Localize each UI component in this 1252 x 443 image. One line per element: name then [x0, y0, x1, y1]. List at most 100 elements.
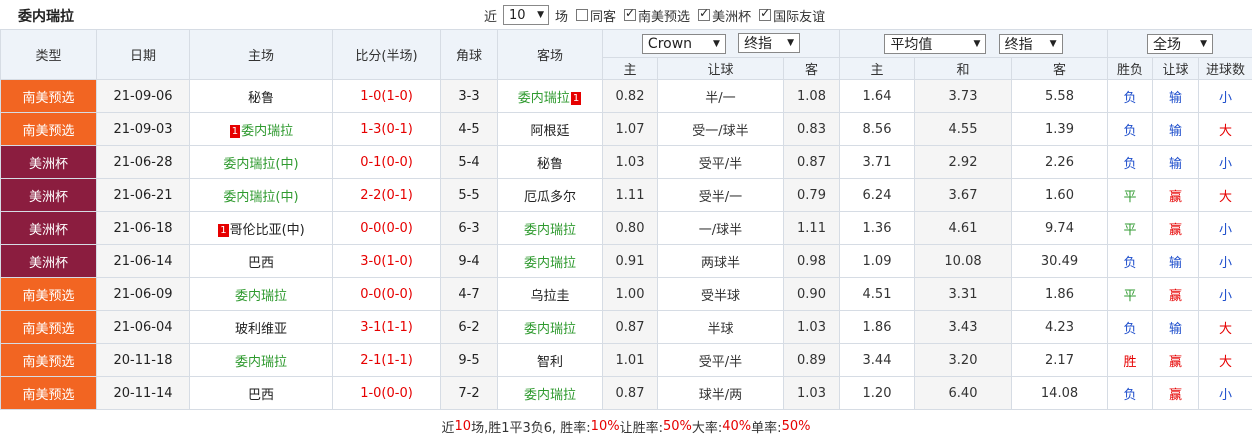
match-score[interactable]: 2-1(1-1): [332, 343, 441, 377]
match-type[interactable]: 美洲杯: [0, 178, 97, 212]
sub-avg-away: 客: [1010, 57, 1109, 80]
avg-away-odds: 9.74: [1010, 211, 1109, 245]
away-odds: 0.98: [783, 244, 840, 278]
home-team[interactable]: 秘鲁: [189, 79, 333, 113]
handicap-result: 赢: [1152, 376, 1200, 410]
avg-mode-value: 终指: [1004, 36, 1033, 53]
home-team[interactable]: 委内瑞拉(中): [189, 178, 333, 212]
avg-home-odds: 1.36: [839, 211, 915, 245]
match-score[interactable]: 1-3(0-1): [332, 112, 441, 146]
away-team[interactable]: 委内瑞拉 1: [497, 79, 603, 113]
match-date: 21-06-18: [96, 211, 190, 245]
away-team-name: 乌拉圭: [530, 288, 570, 304]
recent-count-select[interactable]: 10 ▼: [503, 5, 550, 25]
away-team[interactable]: 乌拉圭: [497, 277, 603, 311]
goals-result: 大: [1198, 310, 1252, 344]
sub-handicap-result: 让球: [1152, 57, 1200, 80]
avg-draw-odds: 3.43: [914, 310, 1012, 344]
match-type[interactable]: 南美预选: [0, 112, 97, 146]
match-corners: 4-7: [440, 277, 498, 311]
team-title: 委内瑞拉: [18, 9, 74, 25]
match-score[interactable]: 0-0(0-0): [332, 211, 441, 245]
handicap-line: 两球半: [657, 244, 784, 278]
win-loss-result: 负: [1107, 376, 1154, 410]
match-date: 21-06-14: [96, 244, 190, 278]
away-odds: 0.83: [783, 112, 840, 146]
company-select[interactable]: Crown ▼: [641, 34, 726, 54]
match-corners: 5-5: [440, 178, 498, 212]
table-row: 南美预选 21-09-06 秘鲁 1-0(1-0) 3-3 委内瑞拉 1 0.82 半/一 1.0…: [0, 79, 1252, 113]
avg-select[interactable]: 平均值 ▼: [884, 33, 987, 54]
friendly-label: 国际友谊: [773, 9, 826, 25]
chevron-down-icon: ▼: [1200, 38, 1208, 49]
match-corners: 6-2: [440, 310, 498, 344]
sub-handicap: 让球: [657, 57, 784, 80]
avg-away-odds: 1.60: [1010, 178, 1109, 212]
away-odds: 0.79: [783, 178, 840, 212]
match-type[interactable]: 美洲杯: [0, 211, 97, 245]
match-score[interactable]: 0-0(0-0): [332, 277, 441, 311]
copa-america-checkbox[interactable]: [698, 6, 711, 21]
friendly-checkbox[interactable]: [759, 6, 772, 21]
home-odds: 1.00: [602, 277, 658, 311]
avg-away-odds: 4.23: [1010, 310, 1109, 344]
summary-win-rate: 10%: [590, 419, 620, 434]
match-score[interactable]: 1-0(0-0): [332, 376, 441, 410]
away-team[interactable]: 委内瑞拉: [497, 244, 603, 278]
same-away-checkbox[interactable]: [576, 9, 589, 21]
away-team[interactable]: 阿根廷: [497, 112, 603, 146]
match-type[interactable]: 南美预选: [0, 79, 97, 113]
match-type[interactable]: 南美预选: [0, 310, 97, 344]
wc-qualifier-checkbox[interactable]: [624, 6, 637, 21]
away-team[interactable]: 委内瑞拉: [497, 310, 603, 344]
home-team[interactable]: 委内瑞拉: [189, 343, 333, 377]
match-score[interactable]: 0-1(0-0): [332, 145, 441, 179]
home-team[interactable]: 1 委内瑞拉: [189, 112, 333, 146]
match-type[interactable]: 美洲杯: [0, 145, 97, 179]
home-team[interactable]: 委内瑞拉(中): [189, 145, 333, 179]
match-type[interactable]: 南美预选: [0, 343, 97, 377]
scope-select[interactable]: 全场 ▼: [1147, 33, 1214, 54]
away-team[interactable]: 委内瑞拉: [497, 376, 603, 410]
match-score[interactable]: 3-0(1-0): [332, 244, 441, 278]
home-odds: 0.87: [602, 376, 658, 410]
recent-label: 近: [484, 9, 498, 25]
avg-home-odds: 8.56: [839, 112, 915, 146]
match-type[interactable]: 美洲杯: [0, 244, 97, 278]
home-team[interactable]: 巴西: [189, 376, 333, 410]
match-score[interactable]: 2-2(0-1): [332, 178, 441, 212]
match-score[interactable]: 1-0(1-0): [332, 79, 441, 113]
result-header: 全场 ▼: [1107, 29, 1252, 58]
match-score[interactable]: 3-1(1-1): [332, 310, 441, 344]
avg-home-odds: 1.86: [839, 310, 915, 344]
avg-away-odds: 5.58: [1010, 79, 1109, 113]
summary-big-rate: 40%: [722, 419, 752, 434]
home-team[interactable]: 玻利维亚: [189, 310, 333, 344]
filter-bar: 近 10 ▼ 场 同客 南美预选 美洲杯 国际友谊: [484, 4, 825, 26]
table-row: 美洲杯 21-06-18 1 哥伦比亚(中) 0-0(0-0) 6-3 委内瑞拉 0.80 一/…: [0, 211, 1252, 245]
away-odds: 1.03: [783, 376, 840, 410]
home-team[interactable]: 1 哥伦比亚(中): [189, 211, 333, 245]
odds-mode-select[interactable]: 终指 ▼: [738, 33, 801, 53]
home-team-name: 委内瑞拉: [234, 288, 287, 304]
home-team[interactable]: 巴西: [189, 244, 333, 278]
away-team[interactable]: 厄瓜多尔: [497, 178, 603, 212]
col-date: 日期: [96, 29, 190, 80]
away-team[interactable]: 智利: [497, 343, 603, 377]
avg-mode-select[interactable]: 终指 ▼: [998, 33, 1063, 54]
panel-header: 委内瑞拉 近 10 ▼ 场 同客 南美预选 美洲杯 国际友谊: [0, 0, 1252, 29]
handicap-line: 受平/半: [657, 145, 784, 179]
home-team-name: 玻利维亚: [234, 321, 287, 337]
match-corners: 9-4: [440, 244, 498, 278]
home-team[interactable]: 委内瑞拉: [189, 277, 333, 311]
away-team[interactable]: 秘鲁: [497, 145, 603, 179]
summary-handicap-rate: 50%: [662, 419, 692, 434]
avg-draw-odds: 6.40: [914, 376, 1012, 410]
match-type[interactable]: 南美预选: [0, 376, 97, 410]
handicap-result: 赢: [1152, 343, 1200, 377]
handicap-line: 半球: [657, 310, 784, 344]
away-team[interactable]: 委内瑞拉: [497, 211, 603, 245]
match-type[interactable]: 南美预选: [0, 277, 97, 311]
home-team-name: 巴西: [247, 255, 274, 271]
home-team-name: 委内瑞拉: [241, 123, 294, 139]
